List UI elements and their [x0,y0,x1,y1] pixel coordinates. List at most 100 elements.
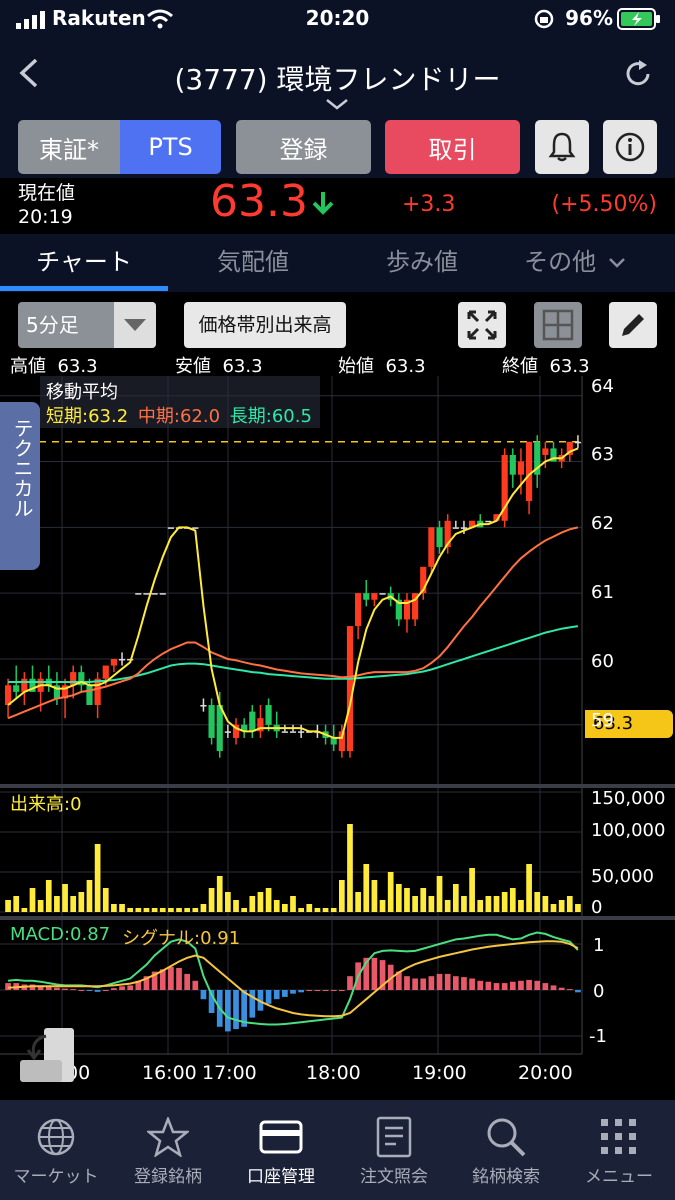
nav-label: マーケット [13,1167,99,1187]
nav-market[interactable]: マーケット [0,1112,112,1187]
macd-histogram-bar [412,978,418,990]
nav-menu[interactable]: メニュー [563,1112,675,1187]
macd-histogram-bar [501,983,508,990]
macd-histogram-bar [404,976,410,990]
battery-icon [617,8,660,30]
refresh-icon[interactable] [623,58,653,90]
quote-time: 20:19 [18,206,73,228]
volume-bar [518,900,524,912]
price-tick: 59 [591,710,614,731]
chevron-down-icon[interactable] [325,98,349,110]
candle-body [517,461,525,475]
candle-body [159,593,166,595]
volume-tick: 50,000 [591,866,654,887]
macd-histogram-bar [265,990,272,1004]
macd-histogram-bar [5,983,11,990]
market-tosho-button[interactable]: 東証* [18,120,120,174]
volume-bar [94,844,101,912]
tab-chart[interactable]: チャート [0,234,168,292]
macd-histogram-bar [233,990,239,1030]
dropdown-button[interactable] [114,302,156,348]
candle-body [216,705,223,752]
macd-histogram-bar [119,986,125,990]
volume-bar [379,900,386,912]
bell-icon [548,132,576,162]
ma-long: 長期:60.5 [229,406,312,427]
macd-histogram-bar [485,981,492,990]
register-button[interactable]: 登録 [236,120,371,174]
market-pts-button[interactable]: PTS [120,120,221,174]
tab-ticks[interactable]: 歩み値 [338,234,506,292]
trade-button[interactable]: 取引 [385,120,520,174]
volume-bar [314,908,321,912]
macd-histogram-bar [534,980,541,990]
volume-bar [249,896,256,912]
macd-histogram-bar [192,980,199,990]
price-tick: 60 [591,651,614,672]
macd-histogram-bar [509,981,516,990]
volume-bar [102,888,109,912]
rotate-icon[interactable] [18,1026,76,1084]
candle-body [428,527,435,567]
volume-bar [200,904,207,912]
nav-label: 登録銘柄 [134,1167,202,1187]
macd-histogram-bar [322,990,329,991]
search-icon [487,1118,526,1157]
volume-bar [558,900,565,912]
nav-orders[interactable]: 注文照会 [338,1112,450,1187]
macd-histogram-bar [78,990,85,991]
current-price-label: 現在値 20:19 [18,181,75,229]
macd-histogram-bar [477,980,484,990]
orientation-lock-icon [534,9,554,29]
layout-button[interactable] [534,302,582,348]
nav-search[interactable]: 銘柄検索 [450,1112,562,1187]
macd-histogram-bar [526,979,532,990]
volume-bar [330,908,337,912]
high-value: 高値 63.3 [10,356,98,377]
ma-mid-line [7,526,579,720]
macd-tick: 1 [593,935,605,956]
tab-other[interactable]: その他 [500,234,650,292]
volume-bar [86,880,93,912]
macd-histogram-bar [566,989,573,991]
star-icon [147,1117,189,1157]
info-button[interactable] [603,120,657,174]
nav-watchlist[interactable]: 登録銘柄 [112,1112,224,1187]
volume-bar [566,896,573,912]
timeframe-select[interactable]: 5分足 [18,302,156,348]
time-tick: 17:00 [202,1062,257,1084]
tab-quotes[interactable]: 気配値 [169,234,337,292]
page-title[interactable]: (3777) 環境フレンドリー [0,58,675,98]
candle-body [460,527,468,529]
ma-long-line [8,625,579,683]
volume-bar [143,908,150,912]
volume-bar [404,888,410,912]
volume-bar [5,900,11,912]
volume-bar [493,896,500,912]
volume-bar [347,824,353,912]
volume-profile-button[interactable]: 価格帯別出来高 [184,302,346,348]
battery-percent: 96% [565,6,613,30]
volume-bar [501,892,508,912]
chart-panel: 5分足 価格帯別出来高 高値 63.3 安値 63.3 始値 63.3 終値 6… [0,292,675,1100]
macd-histogram-bar [298,990,304,993]
macd-histogram-bar [290,990,296,994]
alert-button[interactable] [535,120,589,174]
volume-bar [151,908,158,912]
macd-histogram-bar [249,990,256,1018]
candle-body [363,593,370,600]
time-tick: 20:00 [518,1062,573,1084]
fullscreen-button[interactable] [458,302,506,348]
price-change: +3.3 [402,192,456,217]
macd-histogram-bar [371,957,378,990]
price-tick: 63 [591,444,614,465]
volume-bar [176,908,182,912]
volume-bar [420,888,427,912]
macd-histogram-bar [518,980,524,990]
panel-divider [0,916,675,920]
candle-body [355,593,362,627]
macd-label: MACD:0.87 [10,924,111,945]
nav-account[interactable]: 口座管理 [225,1112,337,1187]
draw-button[interactable] [609,302,657,348]
technical-side-tab[interactable]: テクニカル [0,402,40,570]
